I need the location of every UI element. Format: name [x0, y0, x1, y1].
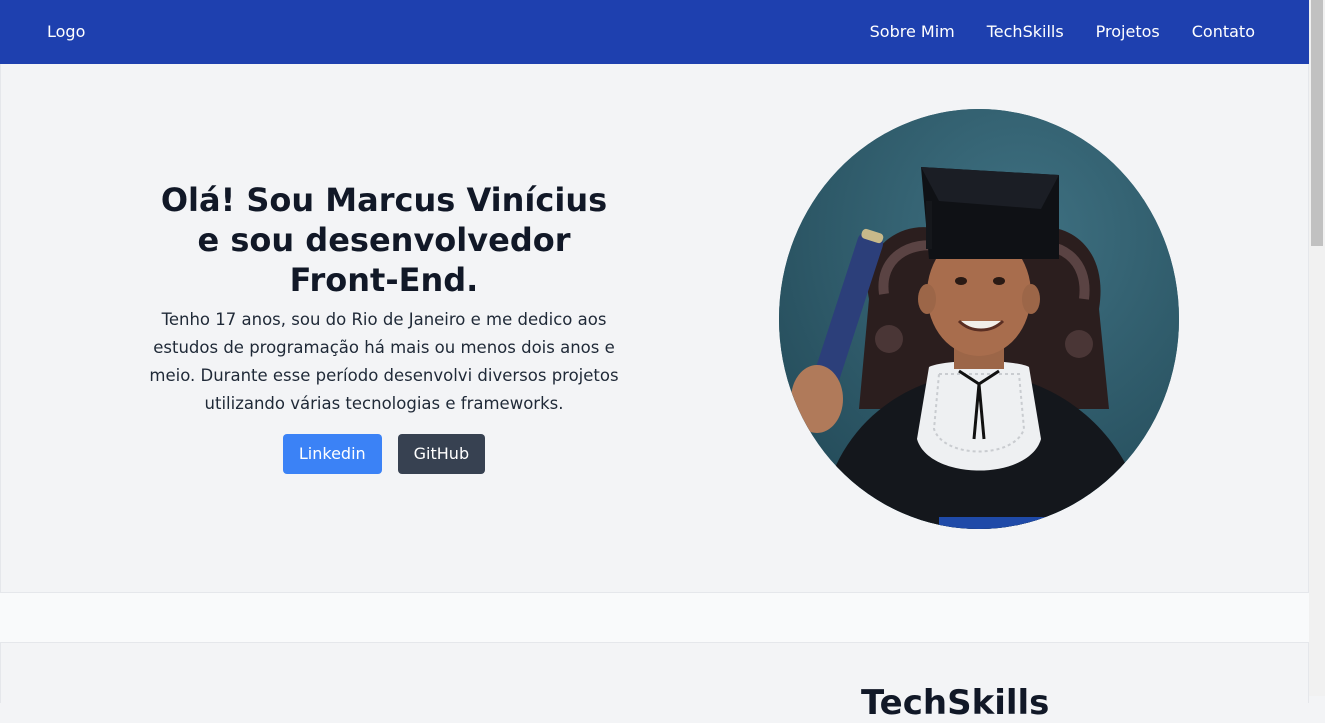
nav-link-contato[interactable]: Contato [1192, 22, 1255, 41]
nav-link-techskills[interactable]: TechSkills [987, 22, 1064, 41]
hero-buttons: Linkedin GitHub [147, 434, 621, 474]
nav-links: Sobre Mim TechSkills Projetos Contato [870, 22, 1255, 41]
github-button[interactable]: GitHub [397, 434, 486, 474]
scrollbar-thumb[interactable] [1311, 0, 1323, 246]
techskills-section: TechSkills [0, 642, 1309, 723]
page-scrollbar[interactable] [1309, 0, 1325, 696]
page: Logo Sobre Mim TechSkills Projetos Conta… [0, 0, 1309, 723]
nav-link-projetos[interactable]: Projetos [1096, 22, 1160, 41]
navbar: Logo Sobre Mim TechSkills Projetos Conta… [0, 0, 1309, 64]
hero-title: Olá! Sou Marcus Vinícius e sou desenvolv… [160, 181, 608, 299]
logo[interactable]: Logo [47, 22, 85, 41]
techskills-title: TechSkills [861, 683, 1050, 723]
hero-description: Tenho 17 anos, sou do Rio de Janeiro e m… [149, 310, 619, 413]
nav-link-sobre-mim[interactable]: Sobre Mim [870, 22, 955, 41]
linkedin-button[interactable]: Linkedin [282, 434, 382, 474]
hero-text: Olá! Sou Marcus Vinícius e sou desenvolv… [147, 180, 621, 474]
hero-section: Olá! Sou Marcus Vinícius e sou desenvolv… [0, 64, 1309, 593]
graduate-portrait-illustration [779, 109, 1179, 529]
profile-photo [779, 109, 1179, 529]
